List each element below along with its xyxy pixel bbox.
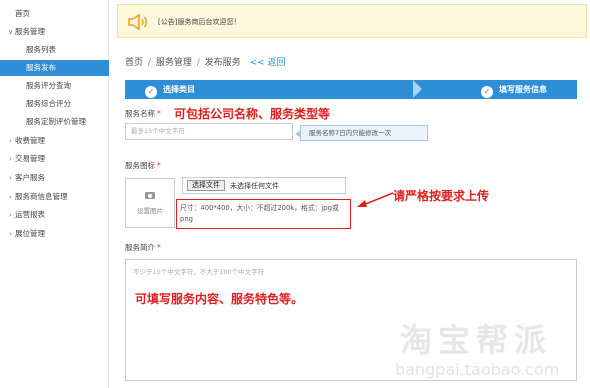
service-name-input[interactable]: 最多15个中文字符 bbox=[125, 123, 293, 140]
step-select-category: ✓ 选择类目 bbox=[145, 80, 195, 99]
breadcrumb: 首页 / 服务管理 / 发布服务 << 返回 bbox=[125, 55, 285, 68]
arrow-icon bbox=[357, 192, 394, 207]
annotation-upload-hint: 请严格按要求上传 bbox=[393, 189, 490, 203]
breadcrumb-page: 发布服务 bbox=[204, 58, 241, 68]
sidebar: 首页 ∨ 服务管理 服务列表 服务发布 服务评分查询 服务综合评分 服务定制评价管… bbox=[0, 0, 109, 388]
size-requirement-note: 尺寸：400*400，大小：不超过200k，格式：jpg或png bbox=[176, 199, 351, 229]
step-label: 选择类目 bbox=[163, 85, 195, 94]
annotation-intro-hint: 可填写服务内容、服务特色等。 bbox=[135, 292, 304, 306]
sidebar-item-booth-mgmt[interactable]: › 展位管理 bbox=[0, 226, 109, 242]
intro-placeholder: 不少于15个中文字符，不大于100个中文字符 bbox=[133, 268, 265, 276]
sidebar-item-label: 展位管理 bbox=[15, 229, 45, 238]
chevron-right-icon: › bbox=[9, 137, 12, 145]
step-divider bbox=[413, 80, 422, 98]
check-icon: ✓ bbox=[145, 86, 157, 98]
sidebar-item-service-list[interactable]: 服务列表 bbox=[0, 42, 109, 58]
sidebar-item-label: 服务管理 bbox=[15, 27, 45, 36]
required-mark: * bbox=[157, 161, 161, 170]
breadcrumb-separator: / bbox=[196, 58, 200, 68]
sidebar-item-reports[interactable]: › 运营报表 bbox=[0, 207, 109, 223]
file-input[interactable]: 选择文件 未选择任何文件 bbox=[182, 177, 346, 194]
image-upload-box[interactable]: 设置图片 bbox=[125, 178, 175, 228]
sidebar-item-rating-query[interactable]: 服务评分查询 bbox=[0, 78, 109, 94]
back-link[interactable]: << 返回 bbox=[250, 58, 286, 68]
sidebar-item-home[interactable]: 首页 bbox=[0, 6, 109, 22]
sidebar-item-label: 服务综合评分 bbox=[26, 99, 71, 108]
sidebar-item-label: 服务列表 bbox=[26, 45, 56, 54]
choose-file-button[interactable]: 选择文件 bbox=[187, 180, 225, 191]
sidebar-item-custom-review[interactable]: 服务定制评价管理 bbox=[0, 114, 109, 130]
breadcrumb-home[interactable]: 首页 bbox=[125, 58, 143, 68]
camera-icon bbox=[145, 192, 155, 199]
service-icon-label: 服务图标 * bbox=[125, 161, 161, 170]
upload-text: 设置图片 bbox=[137, 207, 163, 215]
sidebar-item-label: 收费管理 bbox=[15, 136, 45, 145]
annotation-name-hint: 可包括公司名称、服务类型等 bbox=[174, 107, 331, 121]
step-fill-info: ✓ 填写服务信息 bbox=[481, 80, 547, 99]
notice-bar: [公告]服务商后台欢迎您！ bbox=[117, 4, 587, 38]
chevron-right-icon: › bbox=[9, 211, 12, 219]
chevron-right-icon: › bbox=[9, 155, 12, 163]
sidebar-item-service-publish[interactable]: 服务发布 bbox=[0, 60, 109, 76]
breadcrumb-separator: / bbox=[147, 58, 151, 68]
chevron-right-icon: › bbox=[9, 193, 12, 201]
required-mark: * bbox=[157, 109, 161, 118]
sidebar-item-label: 服务定制评价管理 bbox=[26, 117, 86, 126]
step-progress-bar: ✓ 选择类目 ✓ 填写服务信息 bbox=[125, 80, 577, 99]
required-mark: * bbox=[157, 243, 161, 252]
service-name-label: 服务名称 * bbox=[125, 109, 161, 118]
sidebar-item-label: 服务商信息管理 bbox=[15, 192, 68, 201]
chevron-down-icon: ∨ bbox=[7, 28, 14, 36]
sidebar-item-label: 首页 bbox=[15, 9, 30, 18]
check-icon: ✓ bbox=[481, 86, 493, 98]
chevron-right-icon: › bbox=[9, 174, 12, 182]
sidebar-item-label: 服务发布 bbox=[26, 63, 56, 72]
sidebar-item-provider-info[interactable]: › 服务商信息管理 bbox=[0, 189, 109, 205]
watermark-logo: 淘宝帮派 bbox=[400, 321, 553, 359]
sidebar-item-trade-mgmt[interactable]: › 交易管理 bbox=[0, 151, 109, 167]
sidebar-item-overall-rating[interactable]: 服务综合评分 bbox=[0, 96, 109, 112]
file-status: 未选择任何文件 bbox=[230, 182, 279, 190]
sidebar-item-fee-mgmt[interactable]: › 收费管理 bbox=[0, 133, 109, 149]
sidebar-item-label: 运营报表 bbox=[15, 210, 45, 219]
chevron-right-icon: › bbox=[9, 230, 12, 238]
sidebar-item-label: 服务评分查询 bbox=[26, 81, 71, 90]
service-intro-label: 服务简介 * bbox=[125, 243, 161, 252]
speaker-icon bbox=[128, 14, 147, 30]
step-label: 填写服务信息 bbox=[499, 85, 547, 94]
breadcrumb-section[interactable]: 服务管理 bbox=[156, 58, 192, 68]
notice-text: [公告]服务商后台欢迎您！ bbox=[158, 18, 241, 26]
service-name-tip: 服务名称7日内只能修改一次 bbox=[295, 125, 428, 141]
sidebar-item-label: 客户服务 bbox=[15, 173, 45, 182]
sidebar-item-service-mgmt[interactable]: ∨ 服务管理 bbox=[0, 24, 109, 40]
watermark-url: bangpai.taobao.com bbox=[395, 360, 560, 379]
sidebar-item-label: 交易管理 bbox=[15, 154, 45, 163]
sidebar-item-customer-service[interactable]: › 客户服务 bbox=[0, 170, 109, 186]
